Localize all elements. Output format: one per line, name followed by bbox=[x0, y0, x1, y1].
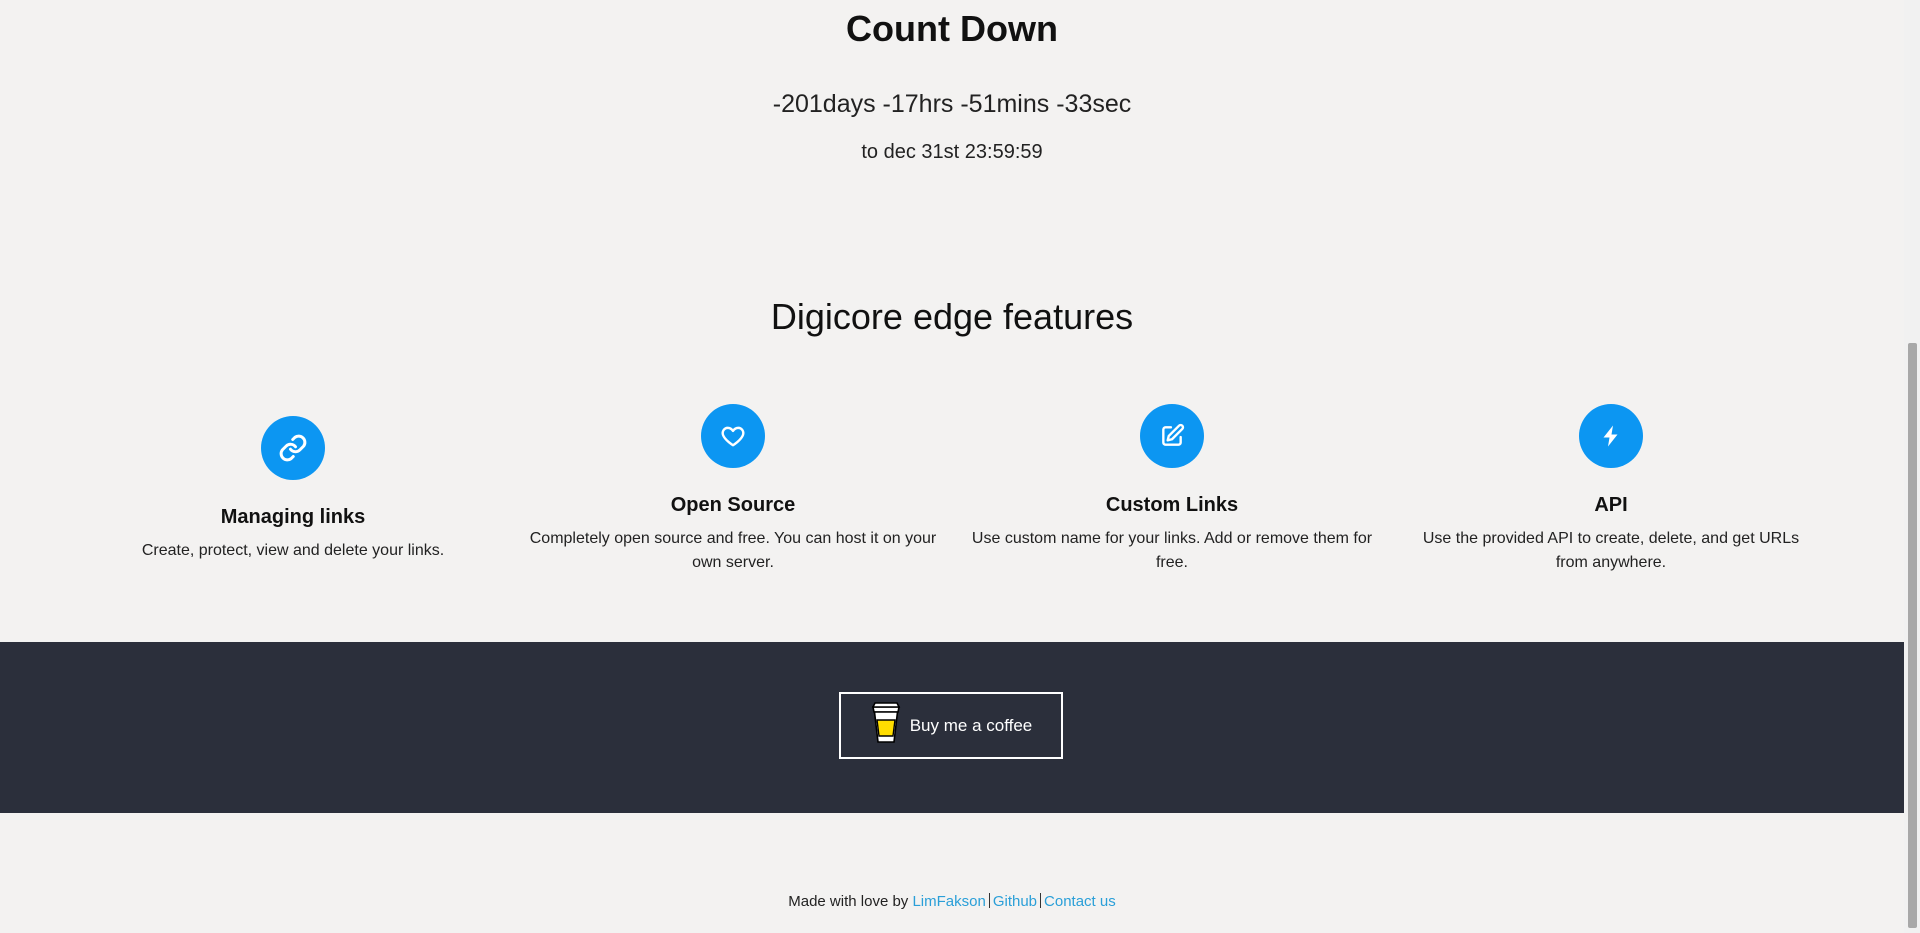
buy-me-a-coffee-button[interactable]: Buy me a coffee bbox=[839, 692, 1063, 759]
bolt-icon bbox=[1579, 404, 1643, 468]
countdown-value: -201days -17hrs -51mins -33sec bbox=[772, 90, 1132, 118]
scrollbar-thumb[interactable] bbox=[1908, 343, 1917, 928]
feature-name: Managing links bbox=[220, 506, 366, 528]
author-link[interactable]: LimFakson bbox=[912, 893, 985, 910]
feature-name: API bbox=[1594, 494, 1628, 516]
edit-icon bbox=[1140, 404, 1204, 468]
countdown-title: Count Down bbox=[846, 8, 1058, 49]
feature-open-source: Open Source Completely open source and f… bbox=[523, 404, 943, 575]
link-icon bbox=[261, 416, 325, 480]
countdown-target: to dec 31st 23:59:59 bbox=[861, 141, 1043, 163]
contact-link[interactable]: Contact us bbox=[1044, 893, 1116, 910]
coffee-cup-icon bbox=[870, 701, 902, 750]
features-title: Digicore edge features bbox=[770, 296, 1134, 337]
feature-description: Completely open source and free. You can… bbox=[529, 530, 937, 571]
footer-prefix: Made with love by bbox=[788, 893, 913, 910]
footer: Made with love by LimFakson Github Contact… bbox=[0, 893, 1904, 910]
feature-name: Custom Links bbox=[1105, 494, 1239, 516]
feature-description: Create, protect, view and delete your li… bbox=[141, 542, 445, 559]
main-content: Count Down -201days -17hrs -51mins -33se… bbox=[0, 0, 1904, 933]
vertical-scrollbar[interactable] bbox=[1904, 0, 1920, 933]
feature-api: API Use the provided API to create, dele… bbox=[1401, 404, 1821, 575]
page: Count Down -201days -17hrs -51mins -33se… bbox=[0, 0, 1920, 933]
feature-description: Use custom name for your links. Add or r… bbox=[971, 530, 1373, 571]
coffee-button-label: Buy me a coffee bbox=[909, 715, 1033, 735]
feature-managing-links: Managing links Create, protect, view and… bbox=[83, 416, 503, 563]
footer-divider bbox=[988, 893, 990, 908]
feature-name: Open Source bbox=[670, 494, 796, 516]
feature-description: Use the provided API to create, delete, … bbox=[1422, 530, 1800, 571]
github-link[interactable]: Github bbox=[993, 893, 1037, 910]
footer-divider bbox=[1040, 893, 1042, 908]
heart-icon bbox=[701, 404, 765, 468]
coffee-section: Buy me a coffee bbox=[0, 642, 1904, 813]
feature-custom-links: Custom Links Use custom name for your li… bbox=[962, 404, 1382, 575]
